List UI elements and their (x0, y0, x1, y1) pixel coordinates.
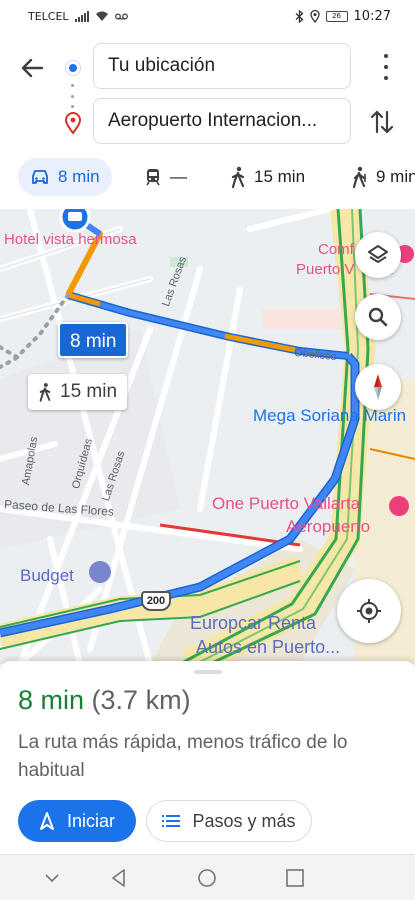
carrier-label: TELCEL (28, 10, 69, 23)
tab-transit[interactable]: — (144, 158, 187, 196)
bluetooth-icon (295, 10, 304, 23)
highway-200-shield: 200 (141, 591, 171, 611)
my-location-button[interactable] (337, 579, 401, 643)
route-distance: (3.7 km) (91, 685, 191, 715)
walking-icon (231, 166, 245, 188)
status-right: 26 10:27 (295, 9, 391, 24)
place-europcar-line1[interactable]: Europcar Renta (190, 613, 316, 634)
place-one-line2[interactable]: Aeropuerto (286, 517, 370, 537)
tab-walking-label: 15 min (254, 167, 306, 186)
clock: 10:27 (353, 9, 391, 24)
search-along-route-button[interactable] (355, 294, 401, 340)
steps-and-more-button[interactable]: Pasos y más (146, 800, 312, 842)
car-icon (32, 170, 48, 184)
list-icon (162, 815, 181, 827)
compass-button[interactable] (355, 364, 401, 410)
tab-driving[interactable]: 8 min (18, 158, 112, 196)
signal-icon (74, 11, 89, 22)
route-time-bubble[interactable]: 8 min (58, 322, 129, 358)
steps-label: Pasos y más (192, 810, 296, 831)
directions-panel: Tu ubicación Aeropuerto Internacion... 8… (0, 34, 415, 209)
tab-transit-label: — (170, 167, 187, 186)
route-summary: 8 min (3.7 km) (18, 685, 191, 716)
ride-icon (352, 166, 366, 188)
system-nav-bar (0, 854, 415, 900)
home-circle-icon[interactable] (196, 867, 218, 889)
location-icon (309, 10, 320, 23)
travel-mode-tabs: 8 min — 15 min 9 min (0, 158, 415, 198)
walk-time-bubble[interactable]: 15 min (28, 374, 128, 410)
route-description: La ruta más rápida, menos tráfico de lo … (18, 732, 348, 781)
place-hotel[interactable]: Hotel vista hermosa (4, 231, 137, 248)
route-duration: 8 min (18, 685, 85, 715)
place-one-line1[interactable]: One Puerto Vallarta (212, 494, 360, 514)
route-summary-sheet[interactable]: 8 min (3.7 km) La ruta más rápida, menos… (0, 661, 415, 854)
more-options-icon[interactable] (381, 54, 391, 80)
tab-driving-label: 8 min (58, 167, 100, 186)
train-icon (146, 169, 160, 186)
route-connector (71, 84, 74, 108)
start-label: Iniciar (66, 810, 115, 831)
destination-pin-icon (64, 112, 82, 134)
tab-ride-label: 9 min (376, 167, 415, 186)
search-icon (368, 307, 388, 327)
origin-dot-icon (66, 61, 80, 75)
tab-ride[interactable]: 9 min (352, 158, 415, 196)
back-triangle-icon[interactable] (108, 867, 130, 889)
battery-icon: 26 (325, 11, 348, 22)
place-comfort-line1[interactable]: Comf (318, 241, 354, 258)
layers-icon (368, 245, 388, 263)
map-view[interactable]: Hotel vista hermosa Comf Puerto V ta Meg… (0, 209, 415, 664)
crosshair-icon (357, 599, 381, 623)
recents-square-icon[interactable] (284, 867, 306, 889)
walking-icon (39, 383, 51, 402)
place-budget[interactable]: Budget (20, 566, 74, 586)
destination-input[interactable]: Aeropuerto Internacion... (93, 98, 351, 144)
back-arrow-icon[interactable] (18, 54, 46, 82)
compass-icon (374, 374, 382, 400)
status-left: TELCEL (28, 10, 128, 23)
place-europcar-line2[interactable]: Autos en Puerto... (196, 637, 340, 658)
sheet-drag-handle[interactable] (194, 670, 222, 674)
swap-icon[interactable] (369, 108, 395, 136)
status-bar: TELCEL 26 10:27 (0, 0, 415, 34)
walk-time-label: 15 min (60, 381, 118, 402)
chevron-down-icon[interactable] (41, 867, 63, 889)
layers-button[interactable] (355, 232, 401, 278)
tab-walking[interactable]: 15 min (230, 158, 305, 196)
voicemail-icon (114, 13, 128, 20)
wifi-icon (95, 11, 108, 21)
origin-input[interactable]: Tu ubicación (93, 43, 351, 89)
navigation-arrow-icon (39, 812, 54, 830)
place-comfort-line2[interactable]: Puerto V (296, 261, 354, 278)
start-navigation-button[interactable]: Iniciar (18, 800, 136, 842)
